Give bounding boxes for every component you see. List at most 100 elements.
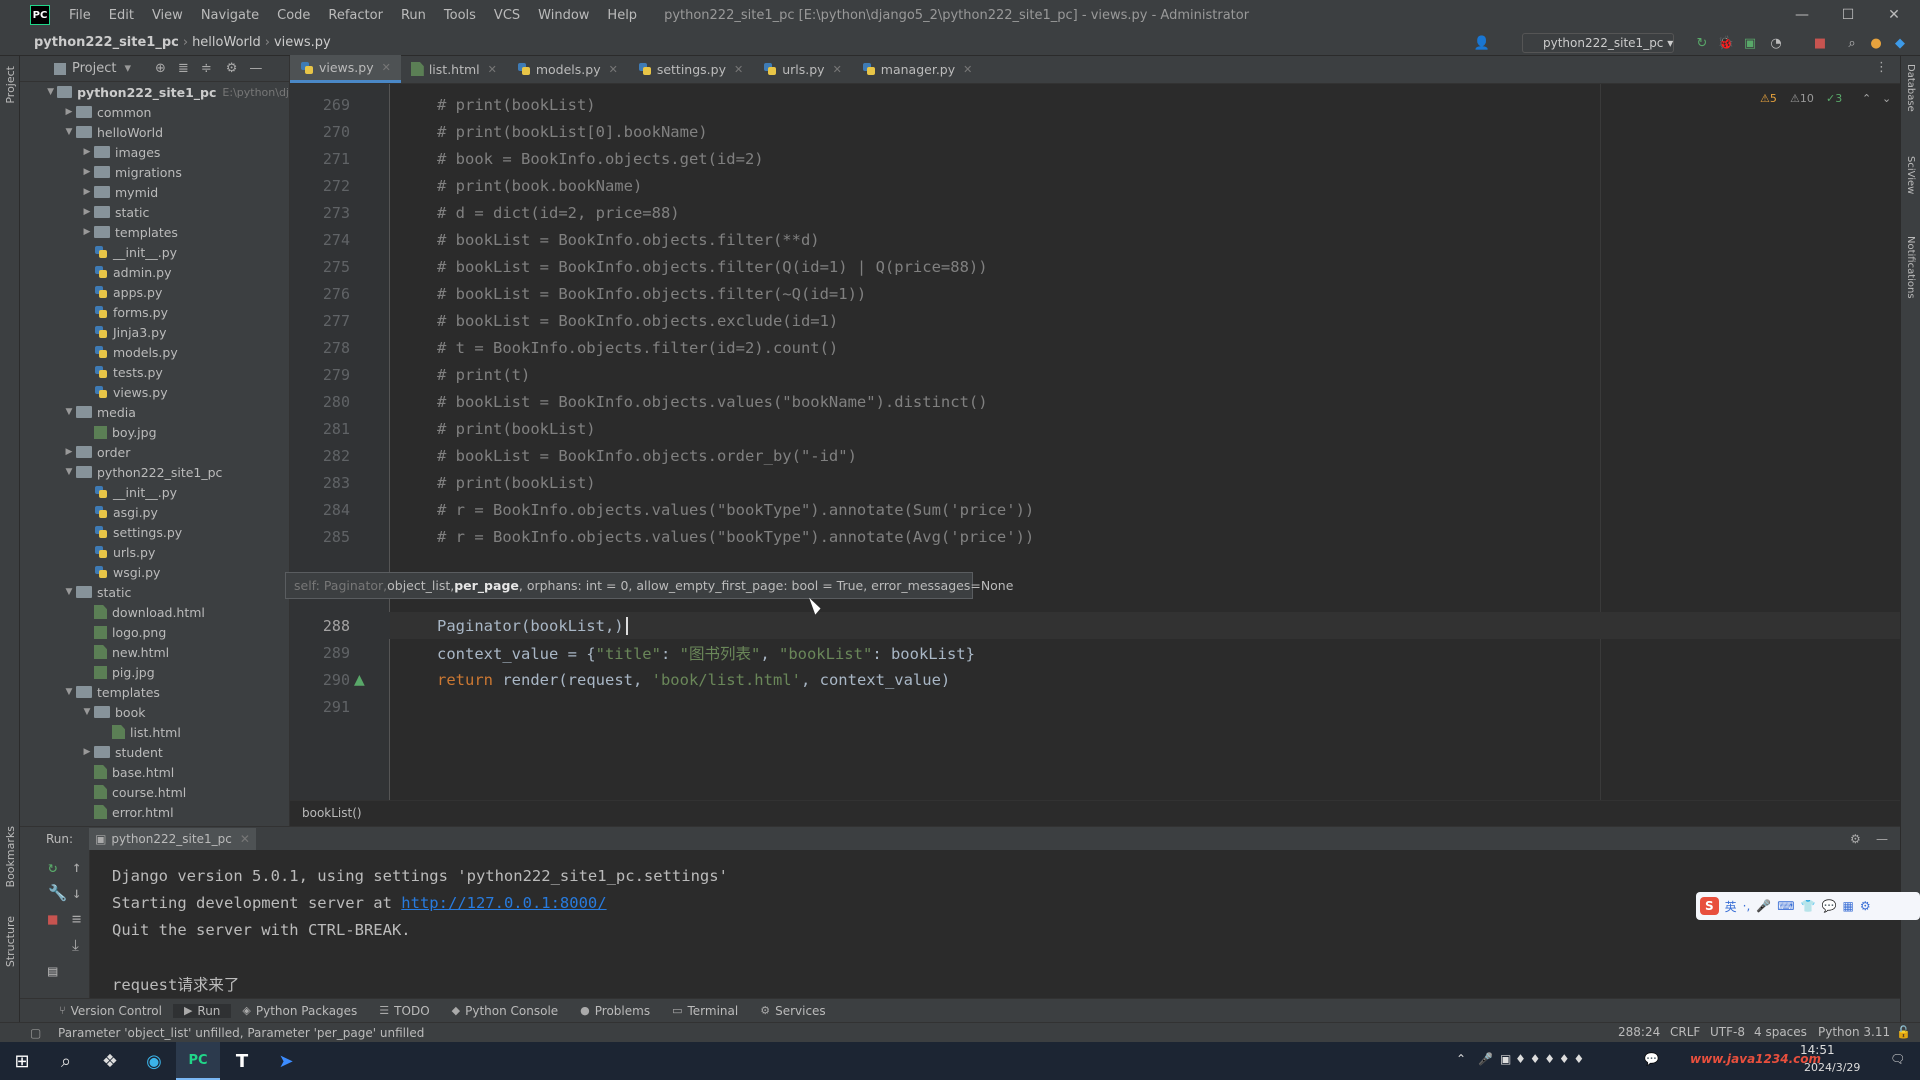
tree-folder[interactable]: ▶ migrations [20,162,289,182]
gear-icon[interactable]: ⚙ [1850,832,1861,846]
tree-file[interactable]: base.html [20,762,289,782]
more-tabs-icon[interactable]: ⋮ [1875,60,1888,75]
hide-icon[interactable]: — [249,61,262,76]
tree-file[interactable]: pig.jpg [20,662,289,682]
tree-folder[interactable]: ▶ images [20,142,289,162]
tree-file[interactable]: download.html [20,602,289,622]
tray-mic-icon[interactable]: 🎤 [1478,1052,1493,1066]
toggle-tool-windows-icon[interactable]: ▢ [30,1026,41,1040]
tree-file[interactable]: asgi.py [20,502,289,522]
tool-window-notifications[interactable]: Notifications [1905,236,1916,299]
layout-icon[interactable]: ▤ [48,962,57,980]
close-icon[interactable]: ✕ [833,63,842,76]
breadcrumb-function[interactable]: bookList() [302,806,362,820]
breadcrumb-folder[interactable]: helloWorld [188,35,265,50]
tool-tab-version-control[interactable]: ⑂ Version Control [48,1004,173,1018]
tree-folder[interactable]: ▼ templates [20,682,289,702]
tree-file[interactable]: settings.py [20,522,289,542]
ime-language-toggle[interactable]: 英 [1725,898,1737,915]
tool-window-structure[interactable]: Structure [4,916,17,967]
code-line[interactable]: 277 # bookList = BookInfo.objects.exclude… [290,307,1900,334]
tray-expand-icon[interactable]: ⌃ [1456,1052,1466,1066]
tree-folder[interactable]: ▶ student [20,742,289,762]
code-line[interactable]: 284 # r = BookInfo.objects.values("bookTy… [290,496,1900,523]
ime-toolbar[interactable]: S 英 ·, 🎤 ⌨ 👕 💬 ▦ ⚙ [1696,892,1920,920]
tray-wechat-icon[interactable]: 💬 [1644,1052,1659,1066]
tab-manager-py[interactable]: manager.py ✕ [852,55,983,83]
tool-window-database[interactable]: Database [1905,64,1916,112]
menu-vcs[interactable]: VCS [485,8,529,23]
tab-views-py[interactable]: views.py ✕ [290,55,401,83]
run-console[interactable]: ↻ ↑ 🔧 ↓ ■ ≡ ⤓ ▤ Django version 5.0.1, us… [20,850,1900,998]
indent-setting[interactable]: 4 spaces [1754,1025,1807,1039]
tool-window-project[interactable]: Project [4,66,17,104]
plugin-icon[interactable]: ◆ [1892,35,1908,51]
code-line[interactable]: 278 # t = BookInfo.objects.filter(id=2).c… [290,334,1900,361]
clock-date[interactable]: 2024/3/29 [1804,1061,1860,1074]
project-view-select[interactable]: Project [72,61,116,76]
python-interpreter[interactable]: Python 3.11 [1818,1025,1890,1039]
lock-icon[interactable]: 🔓 [1896,1025,1911,1039]
tool-window-sciview[interactable]: SciView [1905,156,1916,194]
tool-tab-python-console[interactable]: ◆ Python Console [441,1004,570,1018]
tree-root[interactable]: ▼ python222_site1_pc E:\python\dj [20,82,289,102]
search-icon[interactable]: ⌕ [1844,35,1860,51]
tree-folder[interactable]: ▶ mymid [20,182,289,202]
ime-punctuation-icon[interactable]: ·, [1743,899,1751,913]
run-gutter-icon[interactable]: ▲ [354,672,365,688]
tree-file[interactable]: new.html [20,642,289,662]
chevron-down-icon[interactable]: ▾ [124,61,131,76]
collapse-all-icon[interactable]: ≑ [201,61,212,76]
stop-icon[interactable]: ■ [48,910,57,928]
scroll-to-end-icon[interactable]: ⤓ [72,936,79,955]
scroll-up-icon[interactable]: ↑ [72,858,81,876]
breadcrumb-project[interactable]: python222_site1_pc [30,35,183,50]
chat-icon[interactable]: 💬 [1822,899,1837,913]
tab-urls-py[interactable]: urls.py ✕ [753,55,852,83]
skin-icon[interactable]: 👕 [1801,899,1816,913]
run-configuration-select[interactable]: python222_site1_pc ▾ [1522,33,1674,53]
debug-icon[interactable]: 🐞 [1718,35,1734,51]
tool-tab-problems[interactable]: ● Problems [569,1004,661,1018]
wrench-icon[interactable]: 🔧 [48,884,67,902]
menu-code[interactable]: Code [268,8,319,23]
tree-folder[interactable]: ▶ common [20,102,289,122]
code-line[interactable]: 279 # print(t) [290,361,1900,388]
tree-file[interactable]: logo.png [20,622,289,642]
search-icon[interactable]: ⌕ [44,1042,88,1080]
coverage-icon[interactable]: ▣ [1742,35,1758,51]
tool-tab-services[interactable]: ⚙ Services [749,1004,836,1018]
tool-tab-terminal[interactable]: ▭ Terminal [661,1004,749,1018]
tree-file[interactable]: Jinja3.py [20,322,289,342]
close-icon[interactable]: ✕ [609,63,618,76]
tool-tab-python-packages[interactable]: ◈ Python Packages [231,1004,368,1018]
menu-view[interactable]: View [143,8,192,23]
tab-list-html[interactable]: list.html ✕ [401,55,507,83]
file-encoding[interactable]: UTF-8 [1710,1025,1745,1039]
line-separator[interactable]: CRLF [1670,1025,1700,1039]
tray-app-icons[interactable]: ▣ ♦ ♦ ♦ ♦ ♦ [1500,1052,1584,1066]
menu-file[interactable]: File [60,8,100,23]
caret-position[interactable]: 288:24 [1618,1025,1660,1039]
expand-all-icon[interactable]: ≣ [178,61,189,76]
hide-icon[interactable]: — [1876,832,1888,846]
tool-tab-todo[interactable]: ☰ TODO [368,1004,440,1018]
keyboard-icon[interactable]: ⌨ [1777,899,1794,913]
gear-icon[interactable]: ⚙ [226,61,238,76]
tree-folder[interactable]: ▼ python222_site1_pc [20,462,289,482]
update-icon[interactable]: ● [1868,35,1884,51]
close-icon[interactable]: ✕ [734,63,743,76]
code-line[interactable]: 281 # print(bookList) [290,415,1900,442]
tree-file[interactable]: course.html [20,782,289,802]
pycharm-taskbar-icon[interactable]: PC [176,1042,220,1080]
windows-start-icon[interactable]: ⊞ [0,1042,44,1080]
server-url-link[interactable]: http://127.0.0.1:8000/ [401,894,606,912]
close-icon[interactable]: ✕ [1872,0,1916,30]
close-icon[interactable]: ✕ [240,832,250,846]
code-line[interactable]: 282 # bookList = BookInfo.objects.order_b… [290,442,1900,469]
code-line[interactable]: 274 # bookList = BookInfo.objects.filter(… [290,226,1900,253]
tree-file[interactable]: boy.jpg [20,422,289,442]
microphone-icon[interactable]: 🎤 [1756,899,1771,913]
close-icon[interactable]: ✕ [963,63,972,76]
menu-run[interactable]: Run [392,8,435,23]
